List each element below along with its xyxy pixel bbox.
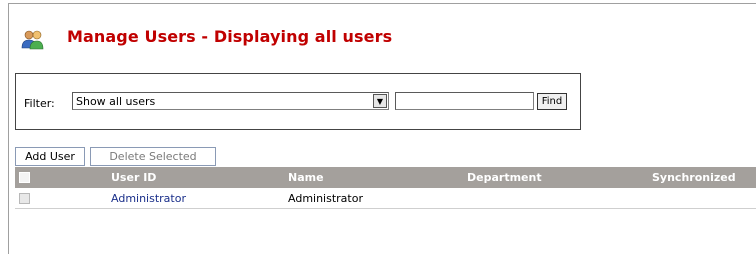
table-header: User ID Name Department Synchronized xyxy=(15,167,756,188)
user-name: Administrator xyxy=(288,192,363,205)
find-button[interactable]: Find xyxy=(537,93,567,110)
delete-selected-button[interactable]: Delete Selected xyxy=(90,147,216,166)
search-input[interactable] xyxy=(395,92,534,110)
column-header-department[interactable]: Department xyxy=(467,171,542,184)
column-header-name[interactable]: Name xyxy=(288,171,324,184)
filter-label: Filter: xyxy=(24,97,55,110)
column-header-user-id[interactable]: User ID xyxy=(111,171,156,184)
users-icon xyxy=(21,30,44,50)
select-all-checkbox[interactable] xyxy=(19,172,30,183)
filter-select[interactable]: Show all users ▼ xyxy=(72,92,389,110)
table-row: Administrator Administrator xyxy=(15,189,756,209)
user-id-link[interactable]: Administrator xyxy=(111,192,186,205)
column-header-synchronized[interactable]: Synchronized xyxy=(652,171,736,184)
add-user-button[interactable]: Add User xyxy=(15,147,85,166)
row-checkbox[interactable] xyxy=(19,193,30,204)
page-title: Manage Users - Displaying all users xyxy=(67,27,393,46)
filter-select-value: Show all users xyxy=(76,95,156,108)
chevron-down-icon[interactable]: ▼ xyxy=(373,94,387,108)
